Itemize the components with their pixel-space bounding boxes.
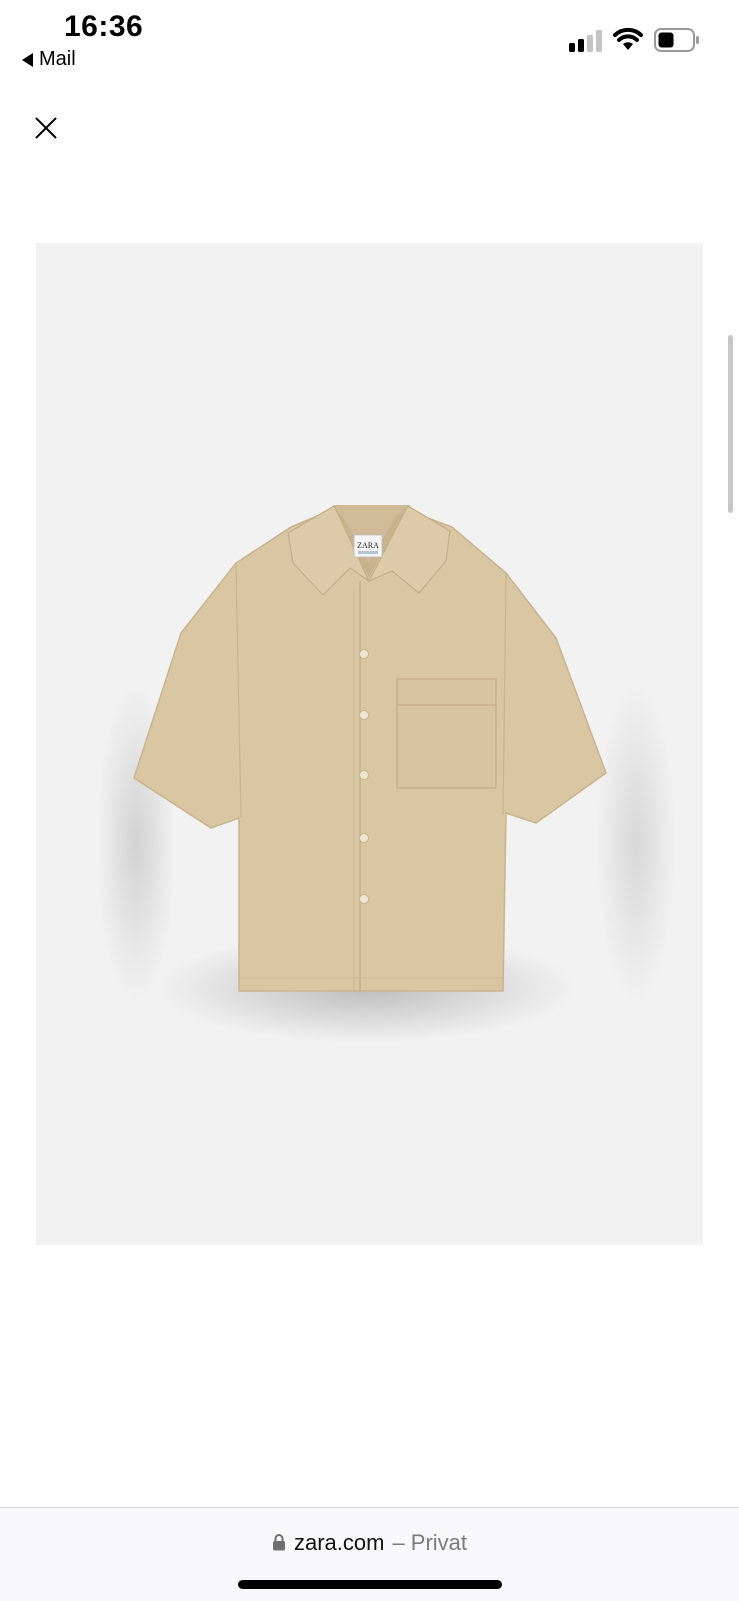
close-icon (35, 117, 57, 139)
wifi-icon (613, 27, 643, 50)
back-triangle-icon (22, 52, 33, 67)
url-bar[interactable]: zara.com – Privat (0, 1530, 739, 1556)
battery-icon (654, 28, 699, 52)
home-indicator[interactable] (238, 1580, 502, 1589)
close-button[interactable] (28, 110, 64, 146)
lock-icon (272, 1534, 285, 1551)
url-private-label: – Privat (392, 1530, 468, 1555)
cellular-signal-icon (569, 30, 602, 52)
brand-label-text: ZARA (357, 541, 379, 550)
back-to-mail-label: Mail (39, 48, 76, 70)
url-domain: zara.com (293, 1530, 385, 1555)
product-image[interactable]: ZARA (36, 243, 703, 1245)
shirt-illustration: ZARA (96, 505, 676, 1043)
back-to-mail-button[interactable]: Mail (22, 48, 76, 71)
scroll-indicator[interactable] (728, 335, 733, 513)
status-bar: 16:36 Mail (0, 0, 739, 80)
browser-bottom-bar: zara.com – Privat (0, 1507, 739, 1601)
status-time: 16:36 (64, 10, 144, 43)
